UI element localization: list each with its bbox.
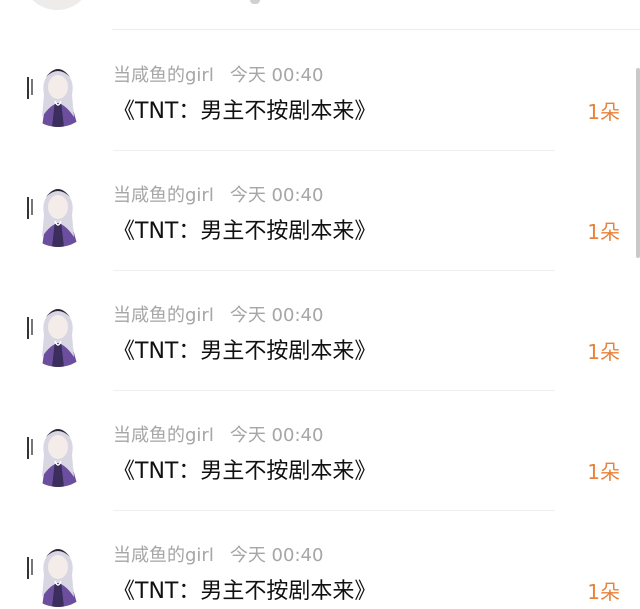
comment-meta: 当咸鱼的girl 今天 00:40 <box>113 541 323 567</box>
username[interactable]: 当咸鱼的girl <box>113 545 214 566</box>
partial-element <box>250 0 260 4</box>
previous-comment-partial <box>0 0 640 30</box>
avatar-illustration-icon <box>22 55 94 127</box>
avatar[interactable] <box>22 0 92 10</box>
gift-count: 1朵 <box>587 220 620 244</box>
comment-row[interactable]: 当咸鱼的girl 今天 00:40 《TNT：男主不按剧本来》 1朵 <box>0 31 640 151</box>
comment-list-screen: 当咸鱼的girl 今天 00:40 《TNT：男主不按剧本来》 1朵 当咸鱼的g… <box>0 0 640 609</box>
avatar-illustration-icon <box>22 175 94 247</box>
gift-count: 1朵 <box>587 340 620 364</box>
username[interactable]: 当咸鱼的girl <box>113 425 214 446</box>
comment-row[interactable]: 当咸鱼的girl 今天 00:40 《TNT：男主不按剧本来》 1朵 <box>0 271 640 391</box>
avatar-illustration-icon <box>22 295 94 367</box>
divider <box>112 29 640 30</box>
avatar-illustration-icon <box>22 535 94 607</box>
timestamp: 今天 00:40 <box>229 545 324 566</box>
gift-count: 1朵 <box>587 100 620 124</box>
comment-text[interactable]: 《TNT：男主不按剧本来》 <box>113 93 376 125</box>
avatar[interactable] <box>22 55 94 127</box>
comment-text[interactable]: 《TNT：男主不按剧本来》 <box>113 573 376 605</box>
username[interactable]: 当咸鱼的girl <box>113 185 214 206</box>
comment-text[interactable]: 《TNT：男主不按剧本来》 <box>113 333 376 365</box>
timestamp: 今天 00:40 <box>229 425 324 446</box>
comment-row[interactable]: 当咸鱼的girl 今天 00:40 《TNT：男主不按剧本来》 1朵 <box>0 391 640 511</box>
comment-meta: 当咸鱼的girl 今天 00:40 <box>113 61 323 87</box>
avatar[interactable] <box>22 295 94 367</box>
avatar[interactable] <box>22 415 94 487</box>
timestamp: 今天 00:40 <box>229 65 324 86</box>
username[interactable]: 当咸鱼的girl <box>113 65 214 86</box>
gift-count: 1朵 <box>587 580 620 604</box>
avatar[interactable] <box>22 175 94 247</box>
gift-count: 1朵 <box>587 460 620 484</box>
timestamp: 今天 00:40 <box>229 305 324 326</box>
comment-text[interactable]: 《TNT：男主不按剧本来》 <box>113 453 376 485</box>
comment-text[interactable]: 《TNT：男主不按剧本来》 <box>113 213 376 245</box>
timestamp: 今天 00:40 <box>229 185 324 206</box>
comment-row[interactable]: 当咸鱼的girl 今天 00:40 《TNT：男主不按剧本来》 1朵 <box>0 511 640 609</box>
comment-meta: 当咸鱼的girl 今天 00:40 <box>113 421 323 447</box>
avatar-illustration-icon <box>22 415 94 487</box>
avatar[interactable] <box>22 535 94 607</box>
comment-meta: 当咸鱼的girl 今天 00:40 <box>113 301 323 327</box>
username[interactable]: 当咸鱼的girl <box>113 305 214 326</box>
comment-row[interactable]: 当咸鱼的girl 今天 00:40 《TNT：男主不按剧本来》 1朵 <box>0 151 640 271</box>
comment-meta: 当咸鱼的girl 今天 00:40 <box>113 181 323 207</box>
